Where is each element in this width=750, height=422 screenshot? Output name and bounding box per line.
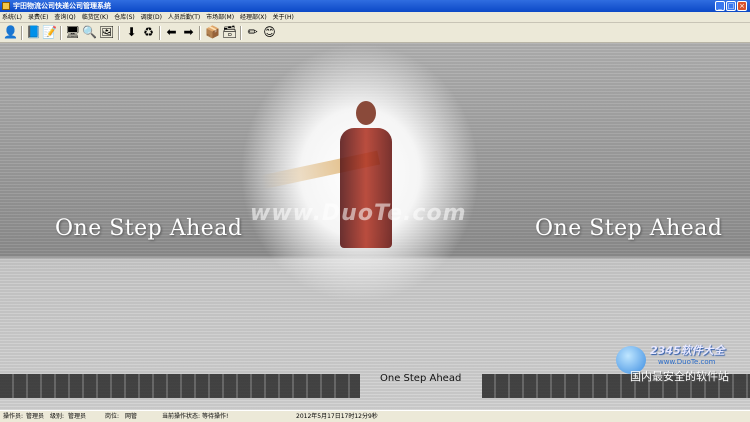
monitor-icon[interactable]: 🖥 xyxy=(65,25,80,40)
status-state-value: 等待操作! xyxy=(202,413,229,420)
book-icon[interactable]: 📘 xyxy=(26,25,41,40)
maximize-button[interactable]: □ xyxy=(726,1,736,11)
status-state-label: 当前操作状态: xyxy=(162,413,201,420)
close-button[interactable]: × xyxy=(737,1,747,11)
minimize-button[interactable]: _ xyxy=(715,1,725,11)
menu-market[interactable]: 市场部(M) xyxy=(204,14,236,21)
status-operator-value: 管理员 xyxy=(26,413,45,420)
banner-image-left: One Step Ahead www.DuoTe.com One Step Ah… xyxy=(0,43,482,410)
box-icon[interactable]: 📦 xyxy=(205,25,220,40)
toolbar-separator xyxy=(118,26,120,40)
status-operator-label: 操作员: xyxy=(3,413,24,420)
title-bar: 宇田物流公司快递公司管理系统 _ □ × xyxy=(0,0,750,12)
status-level-label: 级别: xyxy=(50,413,65,420)
notepad-icon[interactable]: 📝 xyxy=(42,25,57,40)
smile-icon[interactable]: 😊 xyxy=(262,25,277,40)
status-level-value: 管理员 xyxy=(68,413,87,420)
download-icon[interactable]: ⬇ xyxy=(124,25,139,40)
search-icon[interactable]: 🔍 xyxy=(82,25,97,40)
image-icon[interactable]: 🖼 xyxy=(99,25,114,40)
back-icon[interactable]: ⬅ xyxy=(164,25,179,40)
banner-slogan-left: One Step Ahead xyxy=(55,216,243,241)
menu-dispatch[interactable]: 调度(D) xyxy=(139,14,164,21)
boxes-icon[interactable]: 🗃 xyxy=(222,25,237,40)
banner-figure-head xyxy=(356,101,376,125)
banner-slogan-right: One Step Ahead xyxy=(535,216,723,241)
pencil-icon[interactable]: ✏ xyxy=(245,25,260,40)
refresh-icon[interactable]: ♻ xyxy=(141,25,156,40)
status-position-label: 岗位: xyxy=(105,413,120,420)
banner-sub-slogan: One Step Ahead xyxy=(380,373,462,384)
banner-keyboard xyxy=(0,374,360,398)
menu-warehouse[interactable]: 仓库(S) xyxy=(112,14,137,21)
banner-figure xyxy=(340,128,392,248)
toolbar-separator xyxy=(240,26,242,40)
site-logo-caption: 国内最安全的软件站 xyxy=(630,370,729,383)
app-icon xyxy=(2,2,10,10)
menu-temp-goods[interactable]: 临货区(K) xyxy=(80,14,111,21)
status-bar: 操作员: 管理员 级别: 管理员 岗位: 网管 当前操作状态: 等待操作! 20… xyxy=(0,410,750,422)
menu-personnel[interactable]: 人员后勤(T) xyxy=(166,14,202,21)
toolbar-separator xyxy=(60,26,62,40)
forward-icon[interactable]: ➡ xyxy=(181,25,196,40)
toolbar-separator xyxy=(199,26,201,40)
menu-query[interactable]: 查询(Q) xyxy=(52,14,77,21)
menu-about[interactable]: 关于(H) xyxy=(271,14,296,21)
toolbar-separator xyxy=(21,26,23,40)
site-logo-watermark: 2345软件大全 www.DuoTe.com 国内最安全的软件站 xyxy=(610,342,750,383)
menu-manager[interactable]: 经理部(X) xyxy=(238,14,269,21)
menu-system[interactable]: 系统(L) xyxy=(0,14,24,21)
banner-watermark: www.DuoTe.com xyxy=(250,201,467,226)
status-position-value: 网管 xyxy=(125,413,138,420)
toolbar-separator xyxy=(159,26,161,40)
window-title: 宇田物流公司快递公司管理系统 xyxy=(13,2,111,10)
status-datetime: 2012年5月17日17时12分9秒 xyxy=(296,413,378,420)
menu-bar: 系统(L) 录费(E) 查询(Q) 临货区(K) 仓库(S) 调度(D) 人员后… xyxy=(0,12,750,23)
user-icon[interactable]: 👤 xyxy=(3,25,18,40)
site-logo-brand: 2345软件大全 xyxy=(650,344,725,357)
menu-fee-entry[interactable]: 录费(E) xyxy=(26,14,50,21)
site-logo-url: www.DuoTe.com xyxy=(658,358,716,366)
toolbar: 👤 📘 📝 🖥 🔍 🖼 ⬇ ♻ ⬅ ➡ 📦 🗃 ✏ 😊 xyxy=(0,23,750,43)
